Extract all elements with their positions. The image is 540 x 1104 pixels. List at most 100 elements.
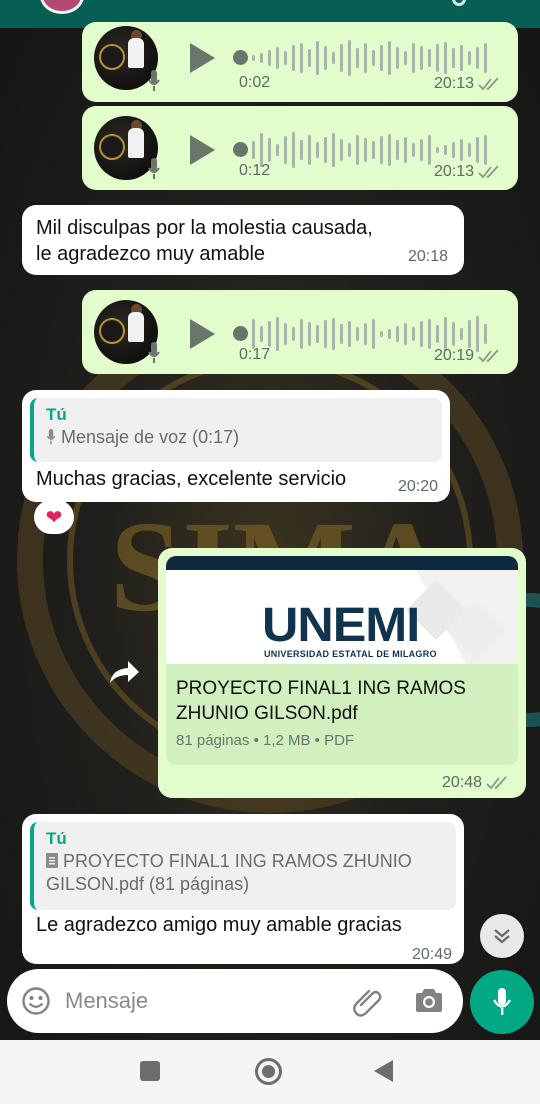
waveform-bar — [444, 42, 447, 74]
play-icon[interactable] — [190, 135, 215, 165]
voice-duration: 0:02 — [239, 74, 271, 91]
document-message[interactable]: UNEMI UNIVERSIDAD ESTATAL DE MILAGRO PRO… — [158, 548, 526, 798]
waveform-bar — [268, 50, 271, 66]
message-meta: 20:49 — [412, 946, 452, 964]
playback-knob[interactable] — [233, 50, 248, 65]
waveform-bar — [412, 43, 415, 73]
waveform-bar — [468, 51, 471, 65]
waveform-bar — [468, 143, 471, 157]
message-time: 20:20 — [397, 478, 438, 495]
record-voice-button[interactable] — [470, 970, 534, 1034]
system-navigation-bar — [0, 1040, 540, 1104]
document-card[interactable]: UNEMI UNIVERSIDAD ESTATAL DE MILAGRO PRO… — [166, 556, 518, 765]
waveform-bar — [276, 144, 279, 156]
voice-duration: 0:12 — [239, 162, 271, 179]
waveform-bar — [308, 322, 311, 346]
waveform-bar — [412, 143, 415, 157]
quote-snippet: Mensaje de voz (0:17) — [46, 426, 430, 449]
waveform-bar — [300, 43, 303, 73]
waveform-bar — [380, 136, 383, 164]
waveform-bar — [300, 140, 303, 160]
playback-knob[interactable] — [233, 142, 248, 157]
double-check-icon — [486, 776, 507, 790]
waveform-bar — [420, 139, 423, 161]
attach-icon[interactable] — [352, 985, 384, 1017]
waveform-bar — [340, 44, 343, 72]
document-info: PROYECTO FINAL1 ING RAMOS ZHUNIO GILSON.… — [166, 664, 518, 765]
waveform-bar — [404, 51, 407, 65]
back-button[interactable] — [374, 1060, 393, 1082]
message-text: Muchas gracias, excelente servicio — [36, 468, 347, 490]
waveform-bar — [396, 140, 399, 160]
mic-icon — [46, 429, 56, 445]
waveform-bar — [276, 317, 279, 351]
incoming-message[interactable]: Mil disculpas por la molestia causada, l… — [22, 205, 464, 275]
message-meta: 20:13 — [434, 163, 502, 181]
double-check-icon — [478, 77, 499, 91]
document-meta: 81 páginas • 1,2 MB • PDF — [176, 732, 355, 749]
voice-message[interactable]: 0:17 20:19 — [82, 290, 518, 374]
waveform-bar — [260, 326, 263, 342]
waveform-bar — [316, 325, 319, 343]
waveform-bar — [460, 139, 463, 161]
waveform-bar — [444, 317, 447, 351]
waveform-bar — [252, 319, 255, 349]
waveform-bar — [412, 327, 415, 341]
message-meta: 20:48 — [442, 774, 510, 792]
quoted-message[interactable]: Tú Mensaje de voz (0:17) — [30, 398, 442, 462]
play-icon[interactable] — [190, 43, 215, 73]
mic-icon — [148, 158, 160, 179]
waveform-bar — [404, 323, 407, 345]
message-time: 20:13 — [433, 163, 474, 180]
waveform-bar — [356, 327, 359, 341]
message-text: Mil disculpas por la molestia causada, l… — [36, 217, 373, 265]
camera-icon[interactable] — [413, 986, 445, 1016]
waveform-bar — [324, 137, 327, 163]
playback-knob[interactable] — [233, 326, 248, 341]
waveform-bar — [268, 321, 271, 347]
message-input[interactable] — [65, 985, 325, 1017]
incoming-reply-message[interactable]: Tú Mensaje de voz (0:17) Muchas gracias,… — [22, 390, 450, 502]
waveform-bar — [396, 47, 399, 69]
waveform-bar — [388, 329, 391, 339]
quoted-message[interactable]: Tú PROYECTO FINAL1 ING RAMOS ZHUNIO GILS… — [30, 822, 456, 910]
message-meta: 20:18 — [408, 244, 448, 270]
heart-icon[interactable]: ❤ — [34, 500, 74, 534]
waveform-bar — [468, 320, 471, 348]
waveform-bar — [380, 331, 383, 337]
waveform-bar — [388, 41, 391, 75]
waveform-bar — [340, 324, 343, 344]
document-brand-subtitle: UNIVERSIDAD ESTATAL DE MILAGRO — [264, 649, 437, 659]
home-button[interactable] — [255, 1058, 282, 1085]
waveform-bar — [332, 52, 335, 64]
voice-message[interactable]: 0:02 20:13 — [82, 22, 518, 102]
message-time: 20:48 — [441, 774, 482, 791]
voice-message[interactable]: 0:12 20:13 — [82, 106, 518, 190]
mic-icon — [148, 342, 160, 363]
waveform-bar — [332, 133, 335, 167]
message-text: Le agradezco amigo muy amable gracias — [36, 914, 402, 936]
message-time: 20:19 — [433, 347, 474, 364]
mic-icon — [148, 70, 160, 91]
waveform-bar — [268, 138, 271, 162]
waveform-bar — [428, 319, 431, 349]
message-meta: 20:13 — [434, 75, 502, 93]
waveform-bar — [348, 40, 351, 76]
incoming-reply-message[interactable]: Tú PROYECTO FINAL1 ING RAMOS ZHUNIO GILS… — [22, 814, 464, 964]
waveform-bar — [372, 50, 375, 66]
waveform-bar — [452, 142, 455, 158]
waveform-bar — [404, 137, 407, 163]
waveform-bar — [460, 45, 463, 71]
header-icon[interactable] — [452, 0, 466, 6]
waveform-bar — [348, 321, 351, 347]
emoji-icon[interactable] — [21, 986, 51, 1016]
waveform-bar — [324, 320, 327, 348]
waveform-bar — [316, 41, 319, 75]
scroll-to-bottom-button[interactable] — [480, 914, 524, 958]
recent-apps-button[interactable] — [140, 1061, 160, 1081]
waveform-bar — [388, 134, 391, 166]
waveform-bar — [276, 47, 279, 69]
forward-icon[interactable] — [106, 657, 142, 687]
contact-avatar[interactable] — [40, 0, 84, 14]
play-icon[interactable] — [190, 319, 215, 349]
